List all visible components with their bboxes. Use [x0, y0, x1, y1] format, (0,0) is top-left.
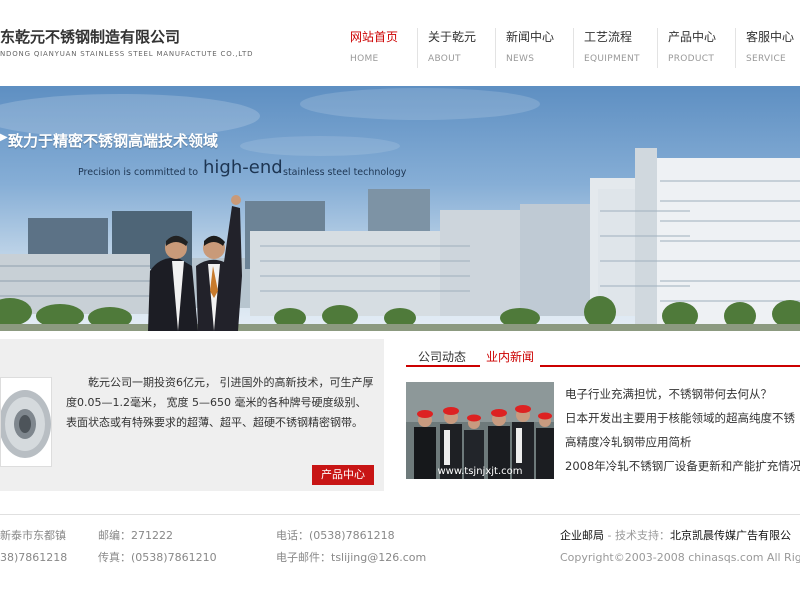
header: 东乾元不锈钢制造有限公司 NDONG QIANYUAN STAINLESS ST…: [0, 0, 800, 86]
nav-divider: [573, 28, 574, 68]
banner-scene: [0, 88, 800, 331]
footer-tel: 电话：(0538)7861218: [276, 529, 395, 542]
nav-home-label: 网站首页: [350, 30, 399, 44]
news-photo[interactable]: www.tsjnjxjt.com: [406, 382, 554, 479]
nav-home[interactable]: 网站首页 HOME: [350, 28, 398, 68]
main-content: 乾元公司一期投资6亿元， 引进国外的高新技术，可生产厚度0.05—1.2毫米， …: [0, 331, 800, 514]
nav-product[interactable]: 产品中心 PRODUCT: [668, 28, 716, 68]
footer-address: 新泰市东都镇: [0, 529, 66, 542]
nav-news-sub: NEWS: [506, 54, 535, 64]
footer-support-company[interactable]: 北京凯晨传媒广告有限公: [670, 529, 791, 542]
nav-divider: [657, 28, 658, 68]
nav-service[interactable]: 客服中心 SERVICE: [746, 28, 794, 68]
footer-postcode: 邮编：271222: [98, 529, 173, 542]
footer-phone-partial: 38)7861218: [0, 551, 68, 564]
nav-equipment[interactable]: 工艺流程 EQUIPMENT: [584, 28, 640, 68]
intro-panel: 乾元公司一期投资6亿元， 引进国外的高新技术，可生产厚度0.05—1.2毫米， …: [0, 339, 384, 491]
news-item[interactable]: 电子行业充满担忧，不锈钢带何去何从？: [565, 382, 800, 406]
tab-company-news[interactable]: 公司动态: [412, 347, 472, 367]
nav-equipment-label: 工艺流程: [584, 30, 633, 44]
news-photo-watermark: www.tsjnjxjt.com: [438, 466, 523, 477]
product-center-button[interactable]: 产品中心: [312, 465, 374, 485]
banner-tagline-post: stainless steel technology: [283, 167, 407, 178]
news-tabs: 公司动态 业内新闻: [406, 345, 800, 367]
nav-home-sub: HOME: [350, 54, 379, 64]
slogan-arrow-icon: ▶: [0, 132, 8, 143]
nav-about-sub: ABOUT: [428, 54, 461, 64]
nav-news-label: 新闻中心: [506, 30, 555, 44]
nav-product-sub: PRODUCT: [668, 54, 715, 64]
nav-news[interactable]: 新闻中心 NEWS: [506, 28, 554, 68]
footer-copyright: Copyright©2003-2008 chinasqs.com All Rig…: [560, 551, 800, 564]
footer-fax: 传真：(0538)7861210: [98, 551, 217, 564]
footer-mail-link[interactable]: 企业邮局: [560, 529, 604, 542]
nav-equipment-sub: EQUIPMENT: [584, 54, 640, 64]
footer-support-label: - 技术支持：: [604, 529, 670, 542]
footer-email[interactable]: 电子邮件：tslijing@126.com: [276, 547, 426, 569]
nav-about-label: 关于乾元: [428, 30, 477, 44]
hero-banner: ▶ 致力于精密不锈钢高端技术领域 Precision is committed …: [0, 86, 800, 331]
nav-divider: [495, 28, 496, 68]
banner-tagline-pre: Precision is committed to: [78, 167, 199, 178]
banner-tagline-highlight: high-end: [203, 157, 283, 178]
nav-service-sub: SERVICE: [746, 54, 787, 64]
news-item[interactable]: 2008年冷轧不锈钢厂设备更新和产能扩充情况: [565, 454, 800, 478]
news-list: 电子行业充满担忧，不锈钢带何去何从？ 日本开发出主要用于核能领域的超高纯度不锈 …: [565, 382, 800, 478]
news-item[interactable]: 日本开发出主要用于核能领域的超高纯度不锈: [565, 406, 800, 430]
company-name-en: NDONG QIANYUAN STAINLESS STEEL MANUFACTU…: [0, 50, 254, 58]
company-name: 东乾元不锈钢制造有限公司: [0, 28, 181, 46]
intro-text: 乾元公司一期投资6亿元， 引进国外的高新技术，可生产厚度0.05—1.2毫米， …: [66, 376, 374, 429]
nav-product-label: 产品中心: [668, 30, 717, 44]
nav-service-label: 客服中心: [746, 30, 795, 44]
footer: 新泰市东都镇 38)7861218 邮编：271222 传真：(0538)786…: [0, 514, 800, 600]
news-item[interactable]: 高精度冷轧钢带应用简析: [565, 430, 800, 454]
nav-divider: [417, 28, 418, 68]
tab-industry-news[interactable]: 业内新闻: [480, 347, 541, 367]
nav-divider: [735, 28, 736, 68]
nav-about[interactable]: 关于乾元 ABOUT: [428, 28, 476, 68]
steel-coil-image: [0, 377, 52, 467]
banner-slogan: 致力于精密不锈钢高端技术领域: [8, 132, 219, 150]
footer-right: 企业邮局 - 技术支持：北京凯晨传媒广告有限公 Copyright©2003-2…: [560, 525, 800, 569]
